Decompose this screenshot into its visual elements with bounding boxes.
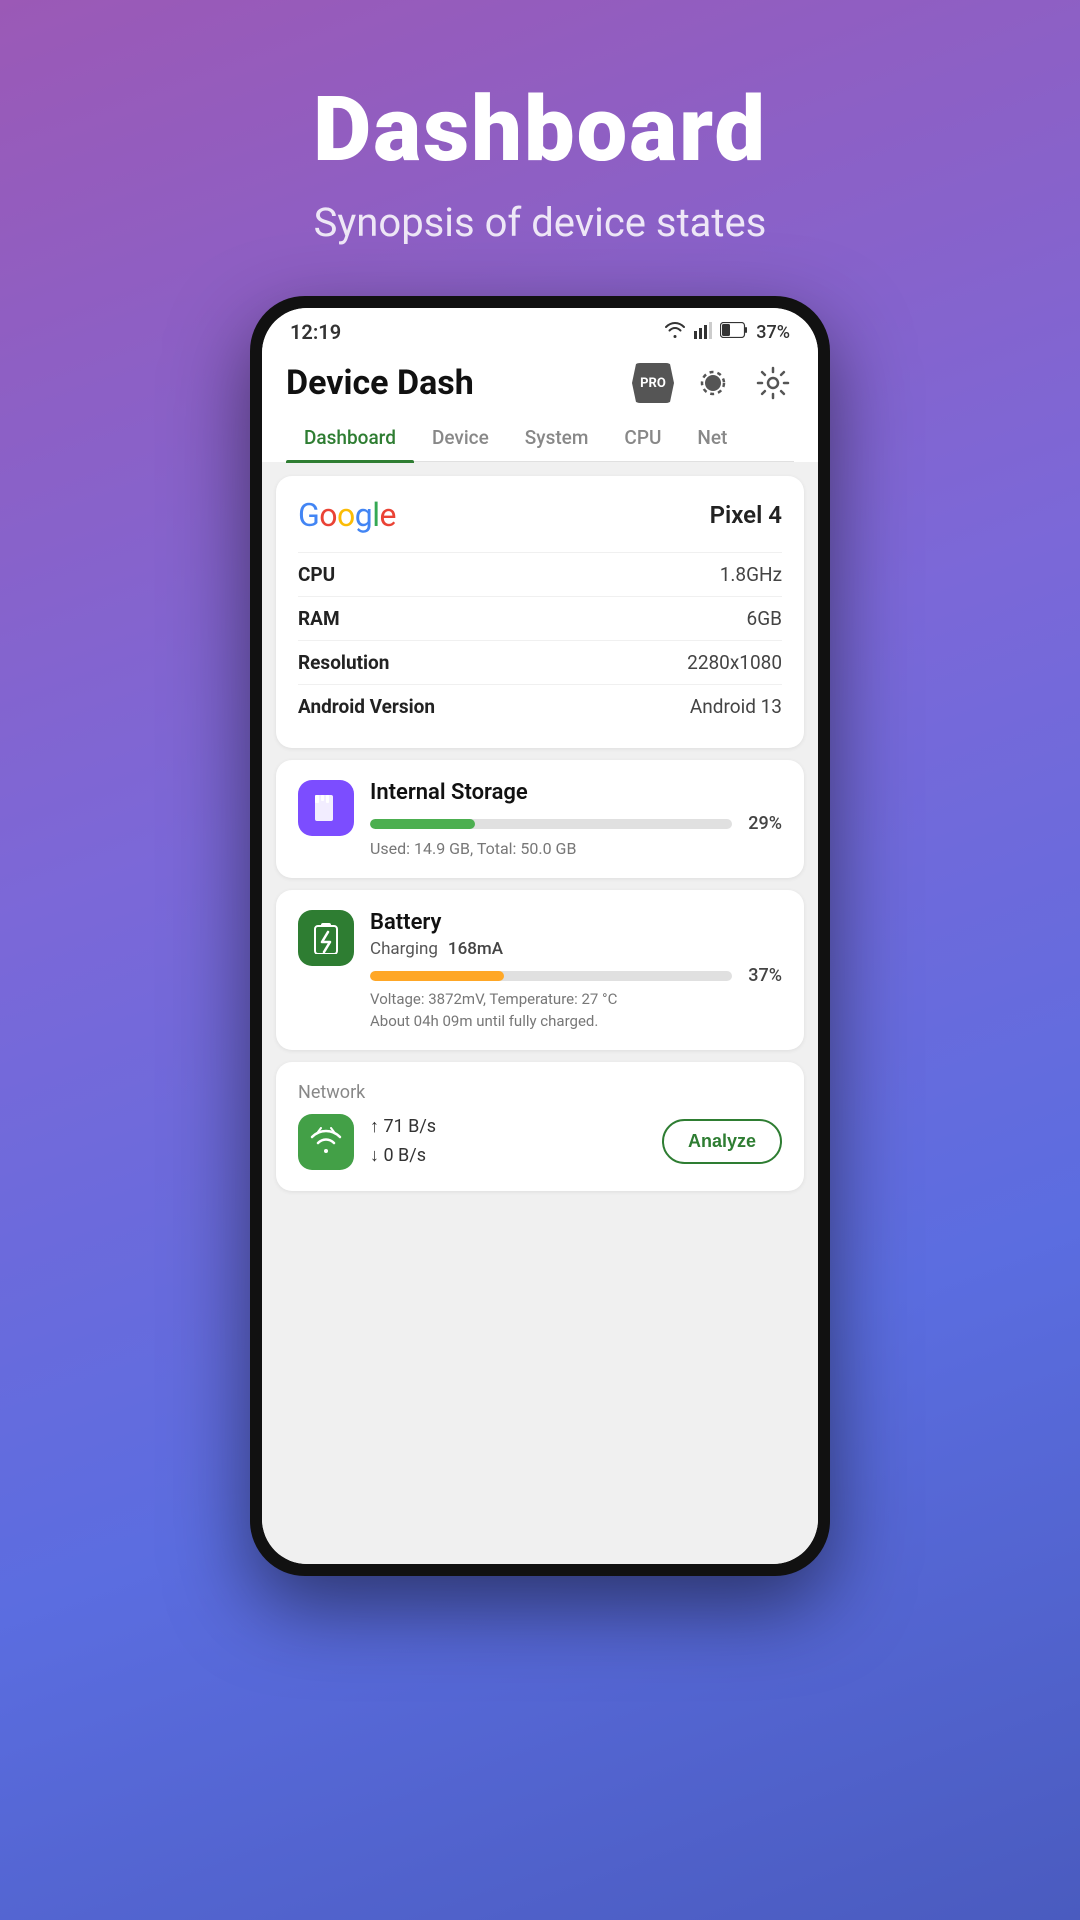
- battery-header: Battery Charging 168mA 37% Voltage: [298, 910, 782, 1030]
- tab-net[interactable]: Net: [679, 414, 745, 461]
- battery-icon: [720, 322, 748, 343]
- brightness-button[interactable]: [692, 362, 734, 404]
- battery-status: Charging: [370, 939, 438, 959]
- storage-progress-bg: [370, 819, 732, 829]
- tab-bar: Dashboard Device System CPU Net: [286, 414, 794, 462]
- storage-detail: Used: 14.9 GB, Total: 50.0 GB: [370, 839, 782, 858]
- page-subtitle: Synopsis of device states: [313, 199, 767, 246]
- download-speed: ↓ 0 B/s: [370, 1142, 646, 1171]
- battery-title: Battery: [370, 910, 441, 935]
- battery-time-left: About 04h 09m until fully charged.: [370, 1012, 782, 1030]
- storage-progress-fill: [370, 819, 475, 829]
- storage-header: Internal Storage 29% Used: 14.9 GB, Tota…: [298, 780, 782, 858]
- tab-system[interactable]: System: [507, 414, 607, 461]
- phone-screen: 12:19: [262, 308, 818, 1564]
- app-bar-icons: PRO: [632, 362, 794, 404]
- upload-speed: ↑ 71 B/s: [370, 1113, 646, 1142]
- battery-title-row: Battery: [370, 910, 782, 935]
- wifi-network-icon: [308, 1127, 344, 1157]
- network-row: ↑ 71 B/s ↓ 0 B/s Analyze: [298, 1113, 782, 1171]
- gear-icon: [756, 366, 790, 400]
- tab-cpu[interactable]: CPU: [606, 414, 679, 461]
- storage-icon: [298, 780, 354, 836]
- network-label: Network: [298, 1082, 782, 1103]
- tab-device[interactable]: Device: [414, 414, 507, 461]
- google-logo: Google: [298, 496, 396, 534]
- network-speeds: ↑ 71 B/s ↓ 0 B/s: [370, 1113, 646, 1171]
- battery-charging-icon: [312, 922, 340, 954]
- status-bar: 12:19: [262, 308, 818, 352]
- app-title: Device Dash: [286, 363, 474, 403]
- app-bar: Device Dash PRO: [262, 352, 818, 462]
- battery-current: 168mA: [448, 939, 503, 959]
- phone-mockup: 12:19: [250, 296, 830, 1576]
- battery-card: Battery Charging 168mA 37% Voltage: [276, 890, 804, 1050]
- spec-row-resolution: Resolution 2280x1080: [298, 640, 782, 684]
- battery-progress-row: 37%: [370, 965, 782, 986]
- pro-badge: PRO: [632, 363, 674, 403]
- battery-card-icon: [298, 910, 354, 966]
- wifi-icon: [664, 321, 686, 344]
- storage-info: Internal Storage 29% Used: 14.9 GB, Tota…: [370, 780, 782, 858]
- pro-badge-button[interactable]: PRO: [632, 362, 674, 404]
- battery-voltage: Voltage: 3872mV, Temperature: 27 °C: [370, 990, 782, 1008]
- battery-percent: 37%: [742, 965, 782, 986]
- page-title: Dashboard: [313, 80, 767, 179]
- device-card: Google Pixel 4 CPU 1.8GHz RAM 6GB Resolu…: [276, 476, 804, 748]
- spec-row-android: Android Version Android 13: [298, 684, 782, 728]
- network-icon: [298, 1114, 354, 1170]
- storage-title: Internal Storage: [370, 780, 782, 805]
- status-time: 12:19: [290, 320, 341, 344]
- device-model: Pixel 4: [710, 501, 782, 529]
- tab-dashboard[interactable]: Dashboard: [286, 414, 414, 461]
- storage-percent: 29%: [742, 813, 782, 834]
- main-content: Google Pixel 4 CPU 1.8GHz RAM 6GB Resolu…: [262, 462, 818, 1564]
- storage-progress-row: 29%: [370, 813, 782, 834]
- storage-card: Internal Storage 29% Used: 14.9 GB, Tota…: [276, 760, 804, 878]
- spec-row-ram: RAM 6GB: [298, 596, 782, 640]
- brightness-icon: [696, 366, 730, 400]
- battery-progress-fill: [370, 971, 504, 981]
- header-section: Dashboard Synopsis of device states: [313, 0, 767, 246]
- device-card-header: Google Pixel 4: [298, 496, 782, 534]
- battery-info: Battery Charging 168mA 37% Voltage: [370, 910, 782, 1030]
- battery-percent-text: 37%: [756, 322, 790, 343]
- signal-icon: [694, 321, 712, 344]
- status-icons: 37%: [664, 321, 790, 344]
- battery-progress-bg: [370, 971, 732, 981]
- spec-row-cpu: CPU 1.8GHz: [298, 552, 782, 596]
- analyze-button[interactable]: Analyze: [662, 1119, 782, 1164]
- sd-card-icon: [311, 793, 341, 823]
- settings-button[interactable]: [752, 362, 794, 404]
- network-card: Network ↑ 71 B/s ↓ 0 B/s An: [276, 1062, 804, 1191]
